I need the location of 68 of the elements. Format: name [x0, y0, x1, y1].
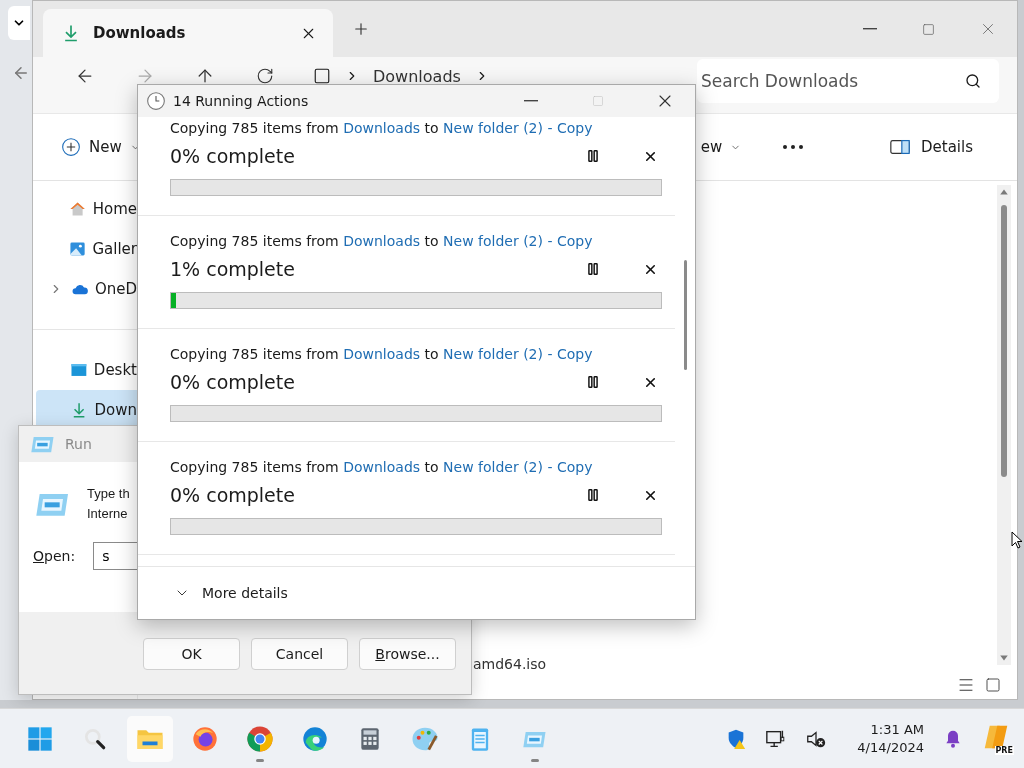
sidebar-item[interactable]: OneD — [36, 269, 137, 309]
pause-icon — [586, 375, 600, 389]
pause-icon — [586, 488, 600, 502]
sidebar-item[interactable]: Galler — [36, 229, 137, 269]
destination-link[interactable]: New folder (2) - Copy — [443, 459, 593, 475]
percent-complete: 1% complete — [170, 258, 296, 280]
breadcrumb[interactable]: Downloads — [373, 66, 461, 86]
sidebar-item[interactable]: Home — [36, 189, 137, 229]
open-label: Open: — [33, 548, 76, 564]
dialog-title: 14 Running Actions — [173, 93, 310, 109]
destination-link[interactable]: New folder (2) - Copy — [443, 233, 593, 249]
percent-complete: 0% complete — [170, 371, 296, 393]
source-link[interactable]: Downloads — [343, 233, 421, 249]
prompt-text: Type th Interne — [87, 485, 130, 523]
list-icon — [957, 676, 975, 694]
clock-button[interactable]: 1:31 AM 4/14/2024 — [853, 720, 928, 757]
dialog-button[interactable]: OK — [143, 638, 240, 670]
pause-icon — [586, 262, 600, 276]
more-details-button[interactable]: More details — [174, 585, 288, 601]
open-field[interactable]: s — [93, 542, 140, 570]
pause-icon — [586, 149, 600, 163]
downloads-tab[interactable]: Downloads — [43, 9, 333, 57]
plus-circle-icon — [61, 137, 81, 157]
copy-description: Copying 785 items from Downloads to New folder (2) - Copy — [170, 119, 594, 137]
clock-icon — [146, 91, 166, 111]
percent-complete: 0% complete — [170, 145, 296, 167]
dialog-button[interactable]: Browse... — [359, 638, 456, 670]
new-button[interactable]: New — [55, 133, 147, 161]
square-icon — [985, 677, 1001, 693]
up-triangle-icon — [999, 187, 1009, 197]
source-link[interactable]: Downloads — [343, 120, 421, 136]
address-bar[interactable]: Downloads — [305, 63, 693, 89]
file-name[interactable]: amd64.iso — [473, 657, 1017, 671]
maximize-icon — [922, 22, 935, 36]
down-triangle-icon — [999, 653, 1009, 663]
view-button[interactable]: ew — [694, 134, 748, 160]
scroll-thumb[interactable] — [684, 260, 687, 370]
copy-description: Copying 785 items from Downloads to New folder (2) - Copy — [170, 345, 594, 363]
minimize-icon — [524, 100, 538, 102]
square-icon — [313, 67, 331, 85]
minimize-icon — [862, 28, 877, 30]
scrollbar[interactable] — [997, 185, 1011, 665]
taskbar-app-button[interactable] — [127, 715, 173, 762]
preview-badge: PRE — [994, 745, 1014, 755]
destination-link[interactable]: New folder (2) - Copy — [443, 346, 593, 362]
source-link[interactable]: Downloads — [343, 346, 421, 362]
sidebar-item[interactable]: Deskt — [36, 350, 137, 390]
wave-logo-icon — [301, 724, 329, 753]
percent-complete: 0% complete — [170, 484, 296, 506]
source-link[interactable]: Downloads — [343, 459, 421, 475]
more-icon — [783, 145, 804, 149]
dialog-title: Run — [65, 436, 92, 452]
maximize-icon — [592, 95, 604, 107]
refresh-icon — [256, 67, 274, 85]
copy-description: Copying 785 items from Downloads to New folder (2) - Copy — [170, 458, 594, 476]
copy-description: Copying 785 items from Downloads to New folder (2) - Copy — [170, 232, 594, 250]
tab-list-button[interactable] — [8, 6, 30, 40]
destination-link[interactable]: New folder (2) - Copy — [443, 120, 593, 136]
four-squares-icon — [26, 724, 54, 753]
details-button[interactable]: Details — [883, 132, 979, 162]
search-field[interactable]: Search Downloads — [697, 59, 999, 103]
plus-icon — [352, 20, 370, 38]
search-icon — [965, 73, 981, 89]
tiles-view-button[interactable] — [985, 677, 1001, 693]
dialog-button[interactable]: Cancel — [251, 638, 348, 670]
assistant-button[interactable]: PRE — [978, 720, 1014, 757]
fox-globe-icon — [191, 724, 219, 753]
details-view-button[interactable] — [957, 676, 975, 694]
